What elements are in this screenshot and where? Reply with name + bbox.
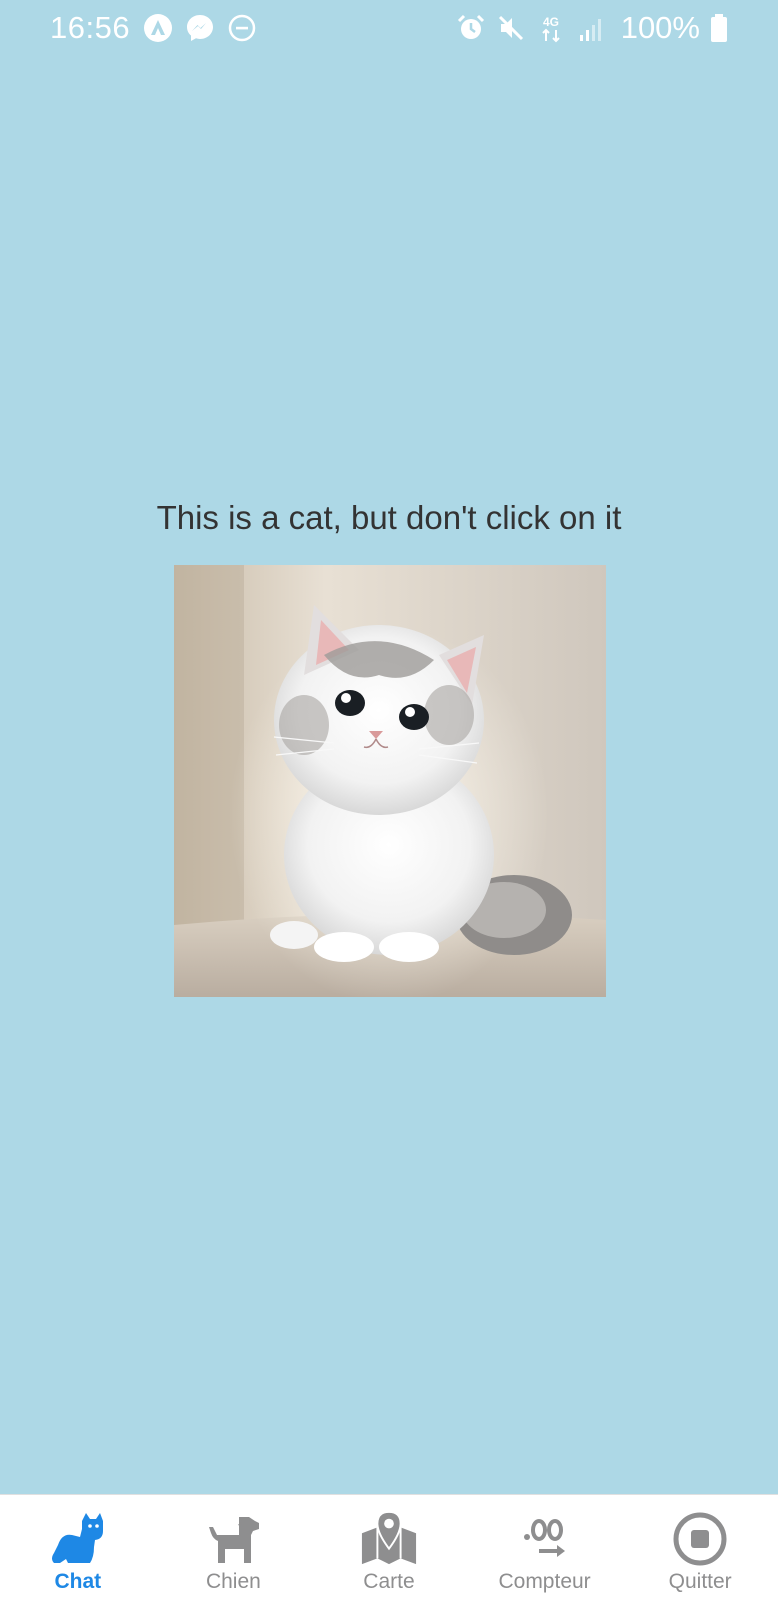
counter-icon (516, 1511, 574, 1567)
alarm-icon (455, 12, 487, 44)
tab-quitter[interactable]: Quitter (622, 1495, 778, 1601)
tab-label-compteur: Compteur (498, 1570, 591, 1593)
tab-label-chien: Chien (205, 1570, 261, 1593)
tab-label-carte: Carte (363, 1570, 415, 1593)
android-auto-icon (142, 12, 174, 44)
bottom-tab-bar: Chat Chien Carte Compteur Quitter (0, 1494, 778, 1601)
status-bar: 16:56 4G 100% (0, 0, 778, 56)
cat-caption: This is a cat, but don't click on it (156, 499, 622, 536)
dog-icon (204, 1511, 262, 1567)
cat-photo-illustration (174, 565, 606, 997)
4g-icon: 4G (535, 12, 567, 44)
battery-icon (708, 12, 730, 44)
cat-image[interactable] (174, 565, 606, 997)
status-time: 16:56 (50, 10, 131, 45)
mute-icon (495, 12, 527, 44)
main-content: This is a cat, but don't click on it (0, 56, 778, 1494)
status-system-icons: 4G 100% (455, 10, 730, 46)
tab-chat[interactable]: Chat (0, 1495, 156, 1601)
status-notification-icons (142, 12, 258, 44)
tab-compteur[interactable]: Compteur (467, 1495, 623, 1601)
signal-icon (575, 12, 607, 44)
cat-icon (49, 1511, 107, 1567)
tab-carte[interactable]: Carte (311, 1495, 467, 1601)
stop-icon (671, 1511, 729, 1567)
battery-level: 100% (620, 10, 700, 45)
tab-label-quitter: Quitter (668, 1570, 732, 1593)
dnd-icon (226, 12, 258, 44)
messenger-icon (184, 12, 216, 44)
tab-chien[interactable]: Chien (156, 1495, 312, 1601)
network-type-label: 4G (543, 15, 559, 29)
tab-label-chat: Chat (54, 1570, 102, 1593)
map-icon (360, 1511, 418, 1567)
